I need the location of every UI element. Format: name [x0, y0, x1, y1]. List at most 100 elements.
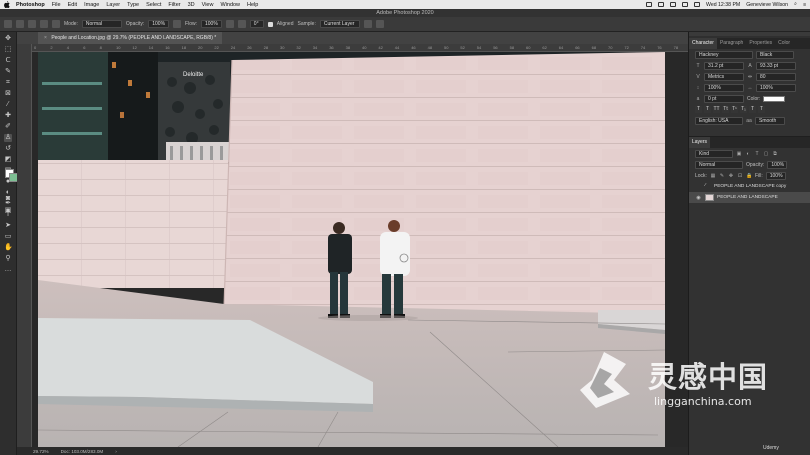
horizontal-ruler[interactable]: 0 2 4 6 8 10 12 14 16 18 20 22 24 26 28 30 32 34 36 38 40 42 4…	[32, 44, 688, 52]
tab-paragraph[interactable]: Paragraph	[717, 38, 746, 49]
tab-layers[interactable]: Layers	[689, 137, 711, 148]
all-caps-button[interactable]: TT	[713, 106, 720, 113]
layer-row[interactable]: ⁄ PEOPLE AND LANDSCAPE copy	[689, 181, 810, 192]
language-select[interactable]: English: USA	[695, 116, 743, 125]
opacity-input[interactable]: 100%	[148, 20, 170, 28]
text-color-swatch[interactable]	[763, 95, 786, 102]
photo-canvas-image[interactable]: Deloitte	[38, 52, 665, 447]
layer-row[interactable]: ◉ PEOPLE AND LANDSCAPE	[689, 192, 810, 203]
panel-collapse-bar[interactable]	[689, 32, 810, 36]
menu-file[interactable]: File	[52, 2, 61, 8]
menubar-clock[interactable]: Wed 12:38 PM	[706, 2, 740, 8]
small-caps-button[interactable]: Tt	[722, 106, 729, 113]
close-icon[interactable]: ×	[44, 35, 47, 41]
document-canvas[interactable]: Deloitte	[32, 52, 688, 447]
blend-mode-select[interactable]: Normal	[695, 160, 743, 169]
menu-type[interactable]: Type	[127, 2, 139, 8]
faux-italic-button[interactable]: T	[704, 106, 711, 113]
menu-window[interactable]: Window	[220, 2, 240, 8]
layer-opacity-input[interactable]: 100%	[767, 160, 788, 169]
more-tools-icon[interactable]: …	[4, 266, 12, 274]
ignore-adjustment-layers-icon[interactable]	[363, 20, 372, 28]
brush-settings-icon[interactable]	[40, 20, 48, 28]
document-size[interactable]: Doc: 103.0M/283.0M	[61, 449, 104, 454]
flow-input[interactable]: 100%	[201, 20, 222, 28]
shape-filter-icon[interactable]: ▢	[763, 151, 769, 157]
antialias-select[interactable]: Smooth	[755, 116, 785, 125]
pressure-size-icon[interactable]	[375, 20, 384, 28]
superscript-button[interactable]: T¹	[731, 106, 738, 113]
clone-source-icon[interactable]	[52, 20, 60, 28]
tab-properties[interactable]: Properties	[746, 38, 775, 49]
leading-input[interactable]: 93.33 pt	[756, 61, 796, 70]
font-size-input[interactable]: 31.2 pt	[704, 61, 744, 70]
zoom-level[interactable]: 29.72%	[33, 449, 49, 454]
menu-view[interactable]: View	[202, 2, 214, 8]
hand-tool-icon[interactable]: ✋	[4, 244, 13, 252]
tracking-input[interactable]: 80	[756, 72, 796, 81]
vertical-scale-input[interactable]: 100%	[704, 83, 744, 92]
underline-button[interactable]: T	[749, 106, 756, 113]
lock-transparent-icon[interactable]: ▦	[710, 173, 716, 179]
menu-select[interactable]: Select	[146, 2, 161, 8]
menu-help[interactable]: Help	[247, 2, 258, 8]
layer-kind-filter[interactable]: Kind	[695, 149, 733, 158]
font-style-select[interactable]: Black	[756, 50, 794, 59]
menubar-user[interactable]: Genevieve Wilson	[746, 2, 788, 8]
eye-icon[interactable]: ◉	[695, 195, 702, 201]
sample-select[interactable]: Current Layer	[319, 20, 360, 28]
tab-color[interactable]: Color	[775, 38, 793, 49]
menu-filter[interactable]: Filter	[168, 2, 180, 8]
marquee-tool-icon[interactable]: ⬚	[4, 46, 12, 54]
pressure-opacity-icon[interactable]	[173, 20, 182, 28]
move-tool-icon[interactable]: ✥	[4, 35, 12, 43]
healing-brush-tool-icon[interactable]: ✚	[4, 112, 12, 120]
status-arrow-icon[interactable]: ›	[115, 449, 117, 454]
strikethrough-button[interactable]: T	[758, 106, 765, 113]
dropbox-icon[interactable]	[646, 2, 653, 7]
frame-tool-icon[interactable]: ⊠	[4, 90, 12, 98]
zoom-tool-icon[interactable]: ⚲	[4, 255, 12, 263]
menu-edit[interactable]: Edit	[68, 2, 77, 8]
search-icon[interactable]: ⌕	[794, 1, 797, 8]
menu-app-photoshop[interactable]: Photoshop	[16, 2, 45, 8]
pixel-filter-icon[interactable]: ▣	[736, 151, 742, 157]
eyedropper-tool-icon[interactable]: ⁄	[4, 101, 12, 109]
crop-tool-icon[interactable]: ⌗	[4, 79, 12, 87]
path-select-tool-icon[interactable]: ➤	[4, 222, 12, 230]
menu-image[interactable]: Image	[84, 2, 99, 8]
quick-mask-icon[interactable]: ◙	[4, 195, 12, 203]
brush-tool-icon[interactable]: ✐	[4, 123, 12, 131]
menu-3d[interactable]: 3D	[188, 2, 195, 8]
lock-position-icon[interactable]: ✥	[728, 173, 734, 179]
document-tab[interactable]: × People and Location.jpg @ 29.7% (PEOPL…	[38, 32, 223, 44]
faux-bold-button[interactable]: T	[695, 106, 702, 113]
screen-mode-icon[interactable]: ▣	[4, 207, 12, 215]
airbrush-icon[interactable]	[225, 20, 234, 28]
mode-select[interactable]: Normal	[81, 20, 122, 28]
history-brush-tool-icon[interactable]: ↺	[4, 145, 12, 153]
quick-select-tool-icon[interactable]: ✎	[4, 68, 12, 76]
clone-stamp-tool-icon[interactable]: ♙	[4, 134, 12, 142]
kerning-select[interactable]: Metrics	[704, 72, 744, 81]
apple-menu-icon[interactable]	[4, 1, 10, 8]
adjustment-filter-icon[interactable]: ◐	[745, 151, 751, 157]
tab-character[interactable]: Character	[689, 38, 717, 49]
vertical-ruler[interactable]	[17, 44, 32, 447]
volume-icon[interactable]	[682, 2, 689, 7]
subscript-button[interactable]: T₁	[740, 106, 747, 113]
home-icon[interactable]	[4, 20, 12, 28]
eraser-tool-icon[interactable]: ◩	[4, 156, 12, 164]
menu-list-icon[interactable]: ≡	[803, 2, 806, 8]
clone-stamp-tool-icon[interactable]	[16, 20, 24, 28]
lock-all-icon[interactable]: 🔒	[746, 173, 752, 179]
aligned-checkbox[interactable]	[267, 21, 273, 27]
type-filter-icon[interactable]: T	[754, 151, 760, 157]
brush-preset-picker[interactable]	[28, 20, 36, 28]
wifi-icon[interactable]	[670, 2, 677, 7]
smart-object-filter-icon[interactable]: ⧉	[772, 151, 778, 157]
font-family-select[interactable]: Hackney	[695, 50, 753, 59]
battery-icon[interactable]	[694, 2, 701, 7]
lock-artboard-icon[interactable]: ⊡	[737, 173, 743, 179]
rectangle-tool-icon[interactable]: ▭	[4, 233, 12, 241]
